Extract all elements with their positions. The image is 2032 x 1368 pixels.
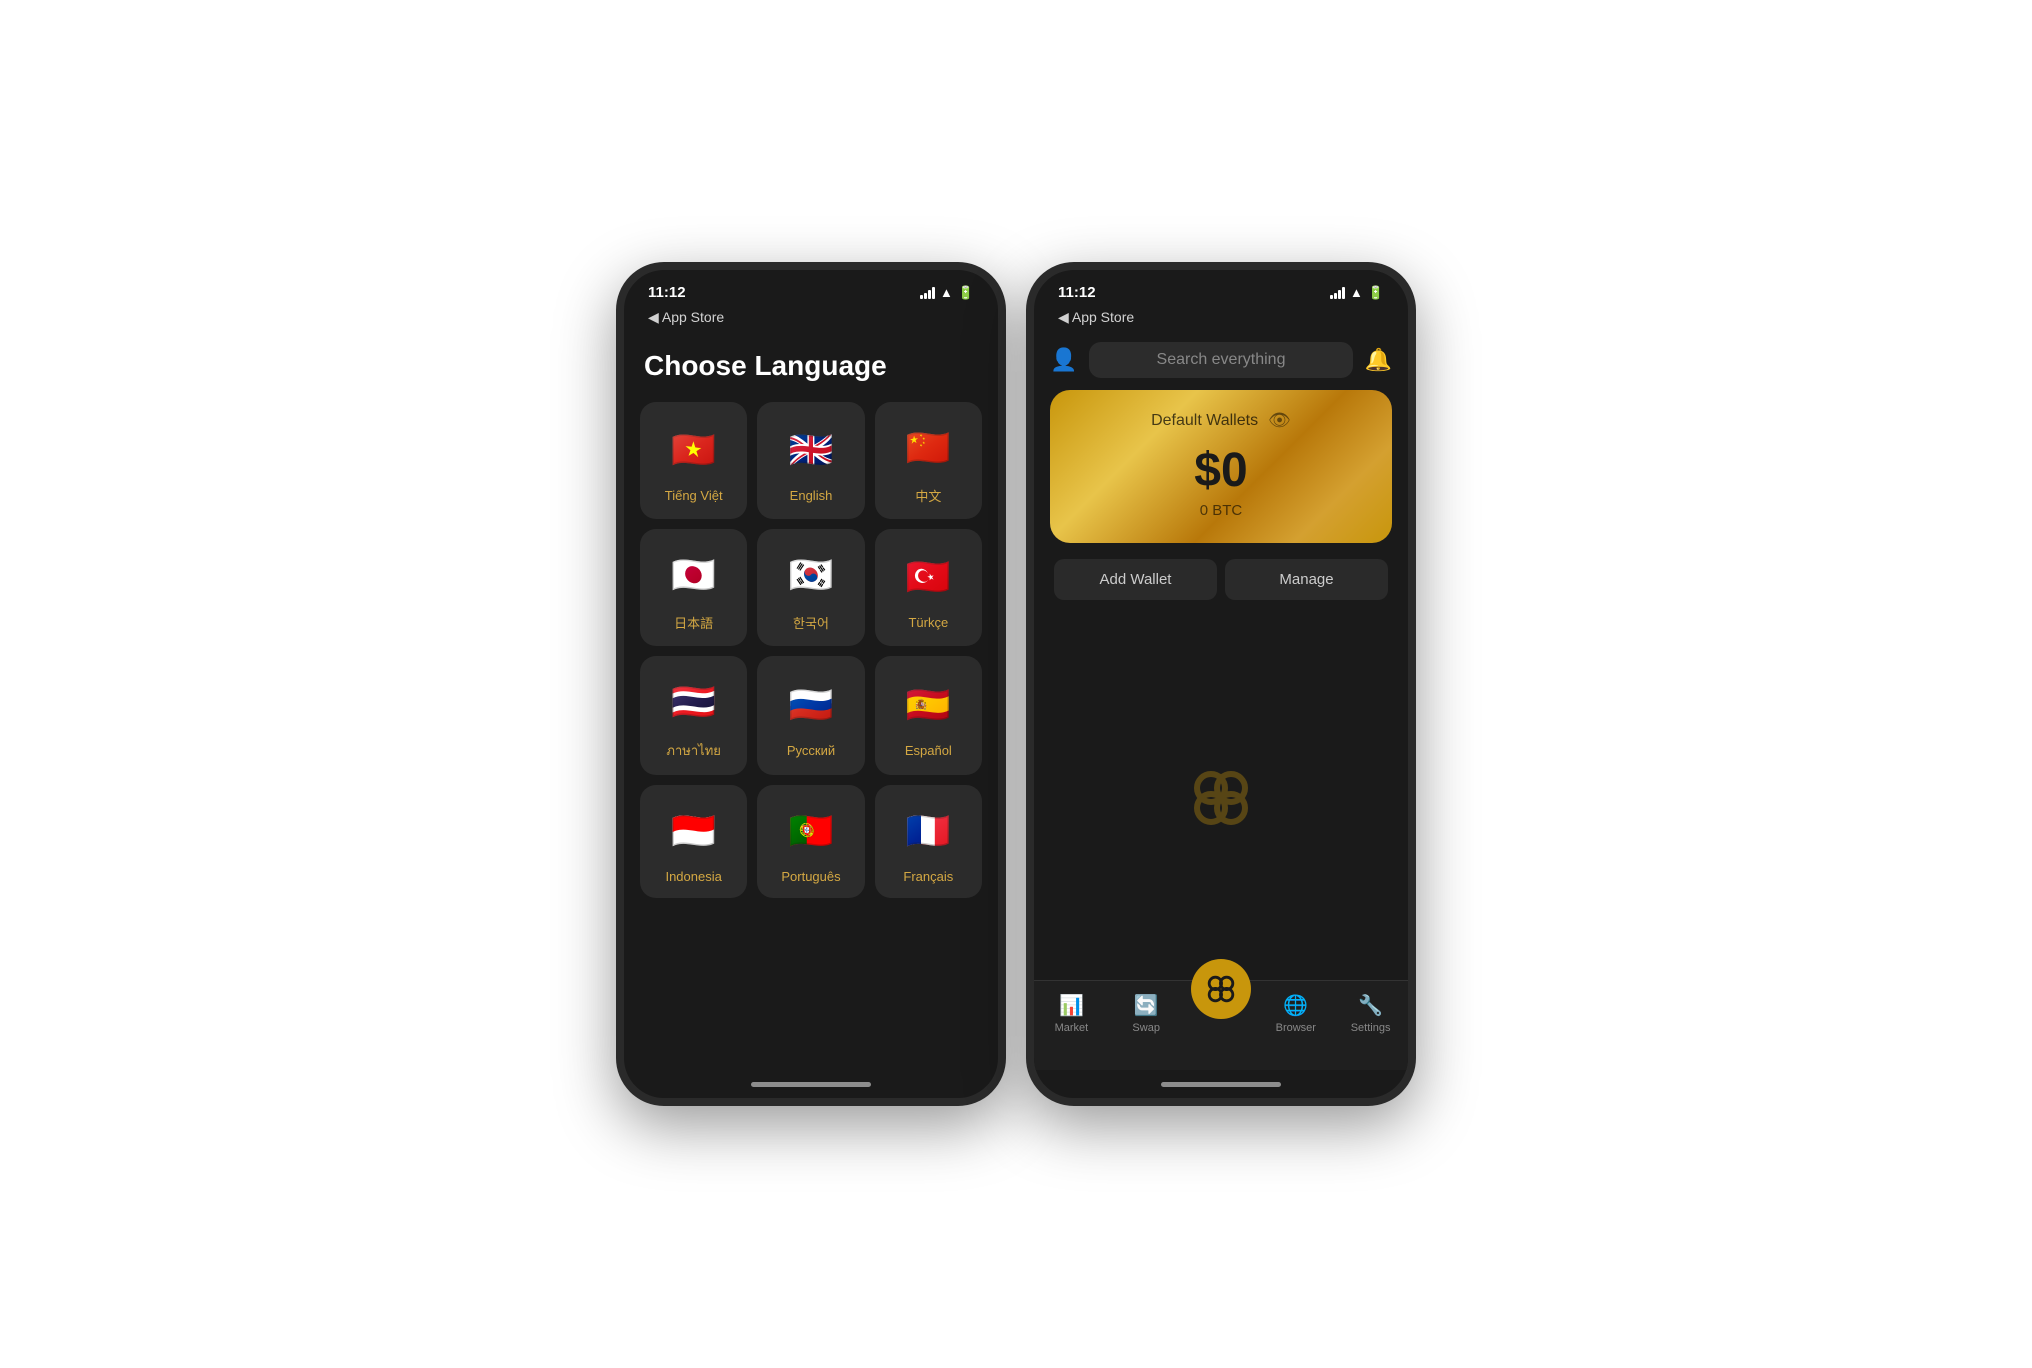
flag-russian: 🇷🇺 bbox=[783, 677, 839, 733]
market-label: Market bbox=[1055, 1022, 1089, 1034]
swap-label: Swap bbox=[1132, 1022, 1160, 1034]
home-tab-button[interactable] bbox=[1191, 959, 1251, 1019]
manage-button[interactable]: Manage bbox=[1225, 559, 1388, 600]
lang-item-french[interactable]: 🇫🇷 Français bbox=[875, 785, 982, 898]
lang-item-turkish[interactable]: 🇹🇷 Türkçe bbox=[875, 529, 982, 646]
lang-name-japanese: 日本語 bbox=[674, 613, 713, 632]
market-icon: 📊 bbox=[1059, 993, 1084, 1018]
flag-korean: 🇰🇷 bbox=[783, 547, 839, 603]
flag-thai: 🇹🇭 bbox=[666, 674, 722, 730]
home-indicator-left bbox=[624, 1070, 998, 1098]
wallet-content: 👤 Search everything 🔔 Default Wallets 👁 … bbox=[1034, 334, 1408, 980]
wifi-icon-right: ▲ bbox=[1350, 285, 1363, 300]
settings-label: Settings bbox=[1351, 1022, 1391, 1034]
notification-icon[interactable]: 🔔 bbox=[1365, 347, 1392, 373]
battery-icon-right: 🔋 bbox=[1368, 285, 1384, 301]
lang-name-indonesian: Indonesia bbox=[665, 869, 721, 884]
wallet-amount: $0 bbox=[1074, 443, 1368, 498]
language-content: Choose Language 🇻🇳 Tiếng Việt 🇬🇧 English 🇨🇳 中… bbox=[624, 334, 998, 1070]
lang-name-french: Français bbox=[903, 869, 953, 884]
time-left: 11:12 bbox=[648, 284, 686, 301]
lang-item-spanish[interactable]: 🇪🇸 Español bbox=[875, 656, 982, 775]
home-indicator-right bbox=[1034, 1070, 1408, 1098]
signal-icon-right bbox=[1330, 287, 1345, 299]
battery-icon: 🔋 bbox=[958, 285, 974, 301]
search-bar[interactable]: Search everything bbox=[1089, 342, 1352, 378]
lang-item-chinese[interactable]: 🇨🇳 中文 bbox=[875, 402, 982, 519]
flag-japanese: 🇯🇵 bbox=[666, 547, 722, 603]
search-placeholder: Search everything bbox=[1157, 351, 1286, 368]
lang-name-russian: Русский bbox=[787, 743, 835, 758]
flag-french: 🇫🇷 bbox=[900, 803, 956, 859]
tab-market[interactable]: 📊 Market bbox=[1034, 989, 1109, 1034]
browser-label: Browser bbox=[1276, 1022, 1316, 1034]
profile-icon[interactable]: 👤 bbox=[1050, 347, 1077, 373]
status-icons-right: ▲ 🔋 bbox=[1330, 285, 1384, 301]
flag-vietnamese: 🇻🇳 bbox=[666, 422, 722, 478]
settings-icon: 🔧 bbox=[1358, 993, 1383, 1018]
phone-language-chooser: 11:12 ▲ 🔋 ◀ App Store Choose Language 🇻🇳… bbox=[616, 262, 1006, 1106]
tab-home-center bbox=[1184, 989, 1259, 1025]
lang-name-spanish: Español bbox=[905, 743, 952, 758]
top-bar: 👤 Search everything 🔔 bbox=[1034, 334, 1408, 390]
wallet-card-header: Default Wallets 👁 bbox=[1074, 410, 1368, 431]
swap-icon: 🔄 bbox=[1134, 993, 1159, 1018]
center-logo-icon bbox=[1189, 766, 1253, 830]
flag-chinese: 🇨🇳 bbox=[900, 420, 956, 476]
home-bar bbox=[751, 1082, 871, 1087]
browser-icon: 🌐 bbox=[1283, 993, 1308, 1018]
tab-bar: 📊 Market 🔄 Swap 🌐 Browser 🔧 Set bbox=[1034, 980, 1408, 1070]
lang-name-turkish: Türkçe bbox=[908, 615, 948, 630]
wallet-label: Default Wallets bbox=[1151, 412, 1258, 430]
signal-icon bbox=[920, 287, 935, 299]
flag-indonesian: 🇮🇩 bbox=[666, 803, 722, 859]
wallet-actions: Add Wallet Manage bbox=[1050, 559, 1392, 600]
tab-settings[interactable]: 🔧 Settings bbox=[1333, 989, 1408, 1034]
wallet-btc: 0 BTC bbox=[1074, 502, 1368, 519]
status-bar-right: 11:12 ▲ 🔋 bbox=[1034, 270, 1408, 307]
home-logo-icon bbox=[1203, 971, 1239, 1007]
tab-swap[interactable]: 🔄 Swap bbox=[1109, 989, 1184, 1034]
lang-item-russian[interactable]: 🇷🇺 Русский bbox=[757, 656, 864, 775]
add-wallet-button[interactable]: Add Wallet bbox=[1054, 559, 1217, 600]
lang-item-portuguese[interactable]: 🇵🇹 Português bbox=[757, 785, 864, 898]
status-icons-left: ▲ 🔋 bbox=[920, 285, 974, 301]
flag-portuguese: 🇵🇹 bbox=[783, 803, 839, 859]
phone-wallet: 11:12 ▲ 🔋 ◀ App Store 👤 Search everythin… bbox=[1026, 262, 1416, 1106]
lang-name-korean: 한국어 bbox=[793, 613, 829, 632]
flag-turkish: 🇹🇷 bbox=[900, 549, 956, 605]
language-grid: 🇻🇳 Tiếng Việt 🇬🇧 English 🇨🇳 中文 🇯🇵 日本語 🇰🇷 한국어 🇹🇷 Tür… bbox=[640, 402, 982, 898]
wifi-icon: ▲ bbox=[940, 285, 953, 300]
lang-name-thai: ภาษาไทย bbox=[666, 740, 720, 761]
back-bar-left: ◀ App Store bbox=[624, 307, 998, 334]
lang-name-portuguese: Português bbox=[781, 869, 840, 884]
lang-item-korean[interactable]: 🇰🇷 한국어 bbox=[757, 529, 864, 646]
home-bar-right bbox=[1161, 1082, 1281, 1087]
lang-item-indonesian[interactable]: 🇮🇩 Indonesia bbox=[640, 785, 747, 898]
lang-item-english[interactable]: 🇬🇧 English bbox=[757, 402, 864, 519]
flag-english: 🇬🇧 bbox=[783, 422, 839, 478]
back-bar-right: ◀ App Store bbox=[1034, 307, 1408, 334]
page-title: Choose Language bbox=[640, 350, 982, 382]
lang-name-english: English bbox=[790, 488, 833, 503]
flag-spanish: 🇪🇸 bbox=[900, 677, 956, 733]
wallet-card: Default Wallets 👁 $0 0 BTC bbox=[1050, 390, 1392, 543]
lang-name-chinese: 中文 bbox=[915, 486, 941, 505]
lang-item-vietnamese[interactable]: 🇻🇳 Tiếng Việt bbox=[640, 402, 747, 519]
lang-item-japanese[interactable]: 🇯🇵 日本語 bbox=[640, 529, 747, 646]
tab-browser[interactable]: 🌐 Browser bbox=[1258, 989, 1333, 1034]
eye-icon[interactable]: 👁 bbox=[1268, 410, 1291, 431]
wallet-main-area bbox=[1034, 616, 1408, 980]
status-bar-left: 11:12 ▲ 🔋 bbox=[624, 270, 998, 307]
lang-item-thai[interactable]: 🇹🇭 ภาษาไทย bbox=[640, 656, 747, 775]
time-right: 11:12 bbox=[1058, 284, 1096, 301]
lang-name-vietnamese: Tiếng Việt bbox=[665, 488, 723, 503]
